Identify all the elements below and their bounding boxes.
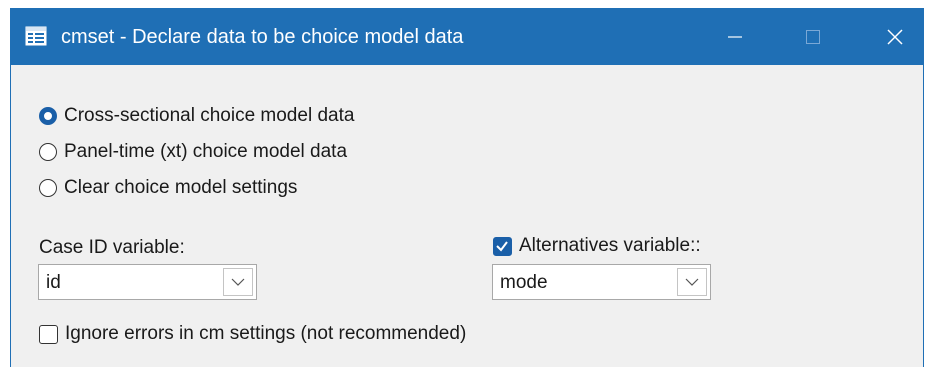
close-icon: [887, 29, 903, 45]
title-bar[interactable]: cmset - Declare data to be choice model …: [11, 9, 923, 65]
radio-clear-settings[interactable]: Clear choice model settings: [39, 177, 297, 199]
radio-label: Clear choice model settings: [64, 177, 298, 198]
alternatives-checkbox[interactable]: [493, 236, 512, 256]
minimize-icon: [728, 36, 742, 38]
alternatives-label: Alternatives variable::: [519, 235, 701, 256]
radio-label: Cross-sectional choice model data: [64, 105, 355, 126]
cmset-dialog: cmset - Declare data to be choice model …: [10, 8, 924, 367]
checkmark-icon: [496, 240, 508, 252]
close-button[interactable]: [865, 9, 925, 65]
ignore-errors-checkbox-row[interactable]: Ignore errors in cm settings (not recomm…: [39, 323, 466, 345]
ignore-errors-checkbox[interactable]: [39, 324, 58, 344]
ignore-errors-label: Ignore errors in cm settings (not recomm…: [65, 323, 467, 344]
radio-unselected-icon[interactable]: [39, 179, 57, 197]
dialog-form-icon: [25, 26, 47, 46]
case-id-dropdown-button[interactable]: [223, 268, 253, 296]
alternatives-dropdown-button[interactable]: [677, 268, 707, 296]
minimize-button[interactable]: [705, 9, 765, 65]
radio-label: Panel-time (xt) choice model data: [64, 141, 348, 162]
chevron-down-icon: [231, 278, 245, 286]
radio-panel-time[interactable]: Panel-time (xt) choice model data: [39, 141, 347, 163]
alternatives-combobox[interactable]: mode: [492, 264, 711, 300]
case-id-label: Case ID variable:: [39, 237, 185, 258]
radio-selected-icon[interactable]: [39, 107, 57, 125]
alternatives-checkbox-row[interactable]: Alternatives variable::: [493, 235, 701, 257]
window-title: cmset - Declare data to be choice model …: [61, 26, 464, 48]
chevron-down-icon: [685, 278, 699, 286]
alternatives-value: mode: [500, 272, 548, 293]
case-id-combobox[interactable]: id: [38, 264, 257, 300]
radio-cross-sectional[interactable]: Cross-sectional choice model data: [39, 105, 354, 127]
radio-unselected-icon[interactable]: [39, 143, 57, 161]
case-id-value: id: [46, 272, 61, 293]
maximize-icon: [806, 30, 820, 44]
maximize-button[interactable]: [783, 9, 843, 65]
dialog-content: Cross-sectional choice model data Panel-…: [11, 65, 923, 367]
